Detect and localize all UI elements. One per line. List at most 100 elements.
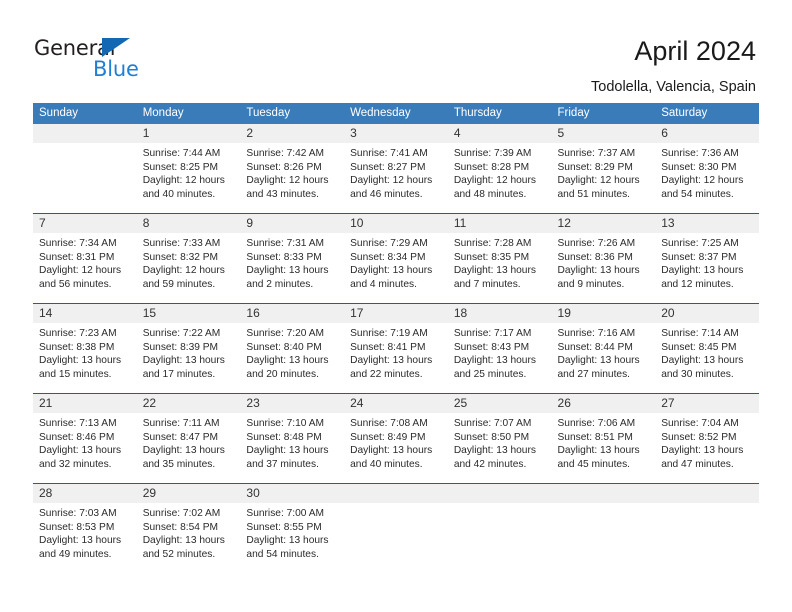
day-detail-line: Daylight: 12 hours	[246, 175, 329, 186]
day-detail-line: and 47 minutes.	[661, 458, 734, 470]
day-cell[interactable]: Sunrise: 7:11 AM Sunset: 8:47 PM Daylight:…	[137, 413, 241, 483]
day-detail-line: and 2 minutes.	[246, 278, 314, 290]
day-number[interactable]: 26	[552, 394, 656, 413]
day-number[interactable]: 16	[240, 304, 344, 323]
day-detail-line: and 40 minutes.	[142, 188, 216, 200]
day-number[interactable]: 8	[137, 214, 241, 233]
day-cell[interactable]: Sunrise: 7:06 AM Sunset: 8:51 PM Daylight:…	[552, 413, 656, 483]
day-number[interactable]: 27	[655, 394, 759, 413]
day-number[interactable]: 17	[344, 304, 448, 323]
day-cell[interactable]: Sunrise: 7:22 AM Sunset: 8:39 PM Daylight:…	[137, 323, 241, 393]
day-detail-line: Sunrise: 7:29 AM	[350, 238, 428, 249]
day-cell[interactable]: Sunrise: 7:10 AM Sunset: 8:48 PM Daylight:…	[240, 413, 344, 483]
day-cell[interactable]: Sunrise: 7:07 AM Sunset: 8:50 PM Daylight:…	[448, 413, 552, 483]
page-header: General Blue April 2024 Todolella, Valen…	[0, 0, 792, 100]
day-cell[interactable]: Sunrise: 7:44 AM Sunset: 8:25 PM Daylight:…	[137, 143, 241, 213]
day-detail-line: Sunrise: 7:23 AM	[39, 328, 117, 339]
day-number[interactable]: 2	[240, 124, 344, 143]
day-number[interactable]: 22	[137, 394, 241, 413]
day-number[interactable]: 30	[240, 484, 344, 503]
day-number[interactable]: 23	[240, 394, 344, 413]
calendar-page: General Blue April 2024 Todolella, Valen…	[0, 0, 792, 612]
day-cell[interactable]: Sunrise: 7:04 AM Sunset: 8:52 PM Daylight:…	[655, 413, 759, 483]
day-cell[interactable]: Sunrise: 7:37 AM Sunset: 8:29 PM Daylight:…	[552, 143, 656, 213]
day-detail-line: Sunset: 8:27 PM	[350, 161, 426, 173]
day-number[interactable]: 10	[344, 214, 448, 233]
day-detail-line: Sunrise: 7:08 AM	[350, 418, 428, 429]
day-cell[interactable]: Sunrise: 7:39 AM Sunset: 8:28 PM Daylight:…	[448, 143, 552, 213]
day-detail-line: Daylight: 12 hours	[350, 175, 433, 186]
day-detail-line: and 54 minutes.	[246, 548, 319, 560]
day-detail-line: Sunset: 8:29 PM	[557, 161, 633, 173]
day-number[interactable]: 24	[344, 394, 448, 413]
day-number[interactable]: 20	[655, 304, 759, 323]
day-cell[interactable]: Sunrise: 7:36 AM Sunset: 8:30 PM Daylight:…	[655, 143, 759, 213]
day-detail-line: Sunset: 8:52 PM	[661, 431, 737, 443]
day-detail-line: and 54 minutes.	[661, 188, 734, 200]
day-detail-line: Sunrise: 7:22 AM	[142, 328, 221, 339]
day-detail-line: and 20 minutes.	[246, 368, 319, 380]
day-detail-line: Sunrise: 7:42 AM	[246, 148, 324, 159]
calendar-week-row: 28 29 30 Sunrise: 7:03 AM Sunset: 8:53 PM Day…	[33, 483, 759, 573]
day-cell[interactable]: Sunrise: 7:17 AM Sunset: 8:43 PM Daylight:…	[448, 323, 552, 393]
day-number[interactable]: 28	[33, 484, 137, 503]
day-number[interactable]: 15	[137, 304, 241, 323]
day-number[interactable]: 11	[448, 214, 552, 233]
day-detail-line: Sunset: 8:50 PM	[453, 431, 530, 443]
day-number[interactable]: 21	[33, 394, 137, 413]
day-detail-line: and 32 minutes.	[39, 458, 112, 470]
day-number[interactable]: 7	[33, 214, 137, 233]
weekday-header-sunday: Sunday	[39, 107, 79, 119]
day-cell[interactable]: Sunrise: 7:08 AM Sunset: 8:49 PM Daylight:…	[344, 413, 448, 483]
day-detail-line: Daylight: 12 hours	[557, 175, 640, 186]
day-detail-line: Daylight: 13 hours	[661, 355, 744, 366]
day-cell[interactable]: Sunrise: 7:00 AM Sunset: 8:55 PM Daylight:…	[240, 503, 344, 573]
day-cell[interactable]: Sunrise: 7:41 AM Sunset: 8:27 PM Daylight:…	[344, 143, 448, 213]
day-detail-line: Daylight: 13 hours	[142, 445, 225, 456]
day-number[interactable]: 3	[344, 124, 448, 143]
day-detail-line: and 27 minutes.	[557, 368, 631, 380]
day-cell[interactable]: Sunrise: 7:16 AM Sunset: 8:44 PM Daylight:…	[552, 323, 656, 393]
day-number[interactable]: 19	[552, 304, 656, 323]
day-cell[interactable]: Sunrise: 7:19 AM Sunset: 8:41 PM Daylight:…	[344, 323, 448, 393]
day-detail-line: Sunrise: 7:28 AM	[453, 238, 532, 249]
day-number[interactable]: 18	[448, 304, 552, 323]
weekday-header-tuesday: Tuesday	[246, 107, 291, 119]
day-number[interactable]: 9	[240, 214, 344, 233]
weekday-header-monday: Monday	[142, 107, 184, 119]
day-cell[interactable]: Sunrise: 7:20 AM Sunset: 8:40 PM Daylight:…	[240, 323, 344, 393]
day-cell[interactable]: Sunrise: 7:28 AM Sunset: 8:35 PM Daylight:…	[448, 233, 552, 303]
day-number[interactable]: 13	[655, 214, 759, 233]
day-detail-line: Daylight: 13 hours	[453, 265, 536, 276]
day-cell[interactable]: Sunrise: 7:31 AM Sunset: 8:33 PM Daylight:…	[240, 233, 344, 303]
day-detail-line: and 42 minutes.	[453, 458, 527, 470]
day-cell[interactable]: Sunrise: 7:26 AM Sunset: 8:36 PM Daylight:…	[552, 233, 656, 303]
day-number[interactable]: 25	[448, 394, 552, 413]
day-detail-line: Sunrise: 7:00 AM	[246, 508, 324, 519]
calendar-week-row: 1 2 3 4 5 6 Sunrise: 7:44 AM Sunset: 8:25 PM Day…	[33, 124, 759, 213]
day-detail-line: and 52 minutes.	[142, 548, 216, 560]
day-cell[interactable]: Sunrise: 7:13 AM Sunset: 8:46 PM Daylight:…	[33, 413, 137, 483]
day-number[interactable]: 6	[655, 124, 759, 143]
week-content-band: Sunrise: 7:03 AM Sunset: 8:53 PM Daylight:…	[33, 503, 759, 573]
day-cell[interactable]: Sunrise: 7:34 AM Sunset: 8:31 PM Daylight:…	[33, 233, 137, 303]
day-number[interactable]: 29	[137, 484, 241, 503]
day-cell[interactable]: Sunrise: 7:02 AM Sunset: 8:54 PM Daylight:…	[137, 503, 241, 573]
brand-logo[interactable]: General Blue	[34, 36, 194, 86]
day-detail-line: Daylight: 13 hours	[350, 445, 433, 456]
day-number[interactable]: 12	[552, 214, 656, 233]
day-number[interactable]: 14	[33, 304, 137, 323]
brand-logo-blue-text: Blue	[93, 57, 139, 81]
day-number[interactable]: 1	[137, 124, 241, 143]
day-cell[interactable]: Sunrise: 7:25 AM Sunset: 8:37 PM Daylight:…	[655, 233, 759, 303]
day-cell[interactable]: Sunrise: 7:14 AM Sunset: 8:45 PM Daylight:…	[655, 323, 759, 393]
day-cell[interactable]: Sunrise: 7:29 AM Sunset: 8:34 PM Daylight:…	[344, 233, 448, 303]
day-cell[interactable]: Sunrise: 7:33 AM Sunset: 8:32 PM Daylight:…	[137, 233, 241, 303]
day-number[interactable]: 5	[552, 124, 656, 143]
day-detail-line: Sunset: 8:36 PM	[557, 251, 633, 263]
day-detail-line: Sunset: 8:40 PM	[246, 341, 322, 353]
day-cell[interactable]: Sunrise: 7:23 AM Sunset: 8:38 PM Daylight:…	[33, 323, 137, 393]
day-cell[interactable]: Sunrise: 7:03 AM Sunset: 8:53 PM Daylight:…	[33, 503, 137, 573]
day-cell[interactable]: Sunrise: 7:42 AM Sunset: 8:26 PM Daylight:…	[240, 143, 344, 213]
day-number[interactable]: 4	[448, 124, 552, 143]
